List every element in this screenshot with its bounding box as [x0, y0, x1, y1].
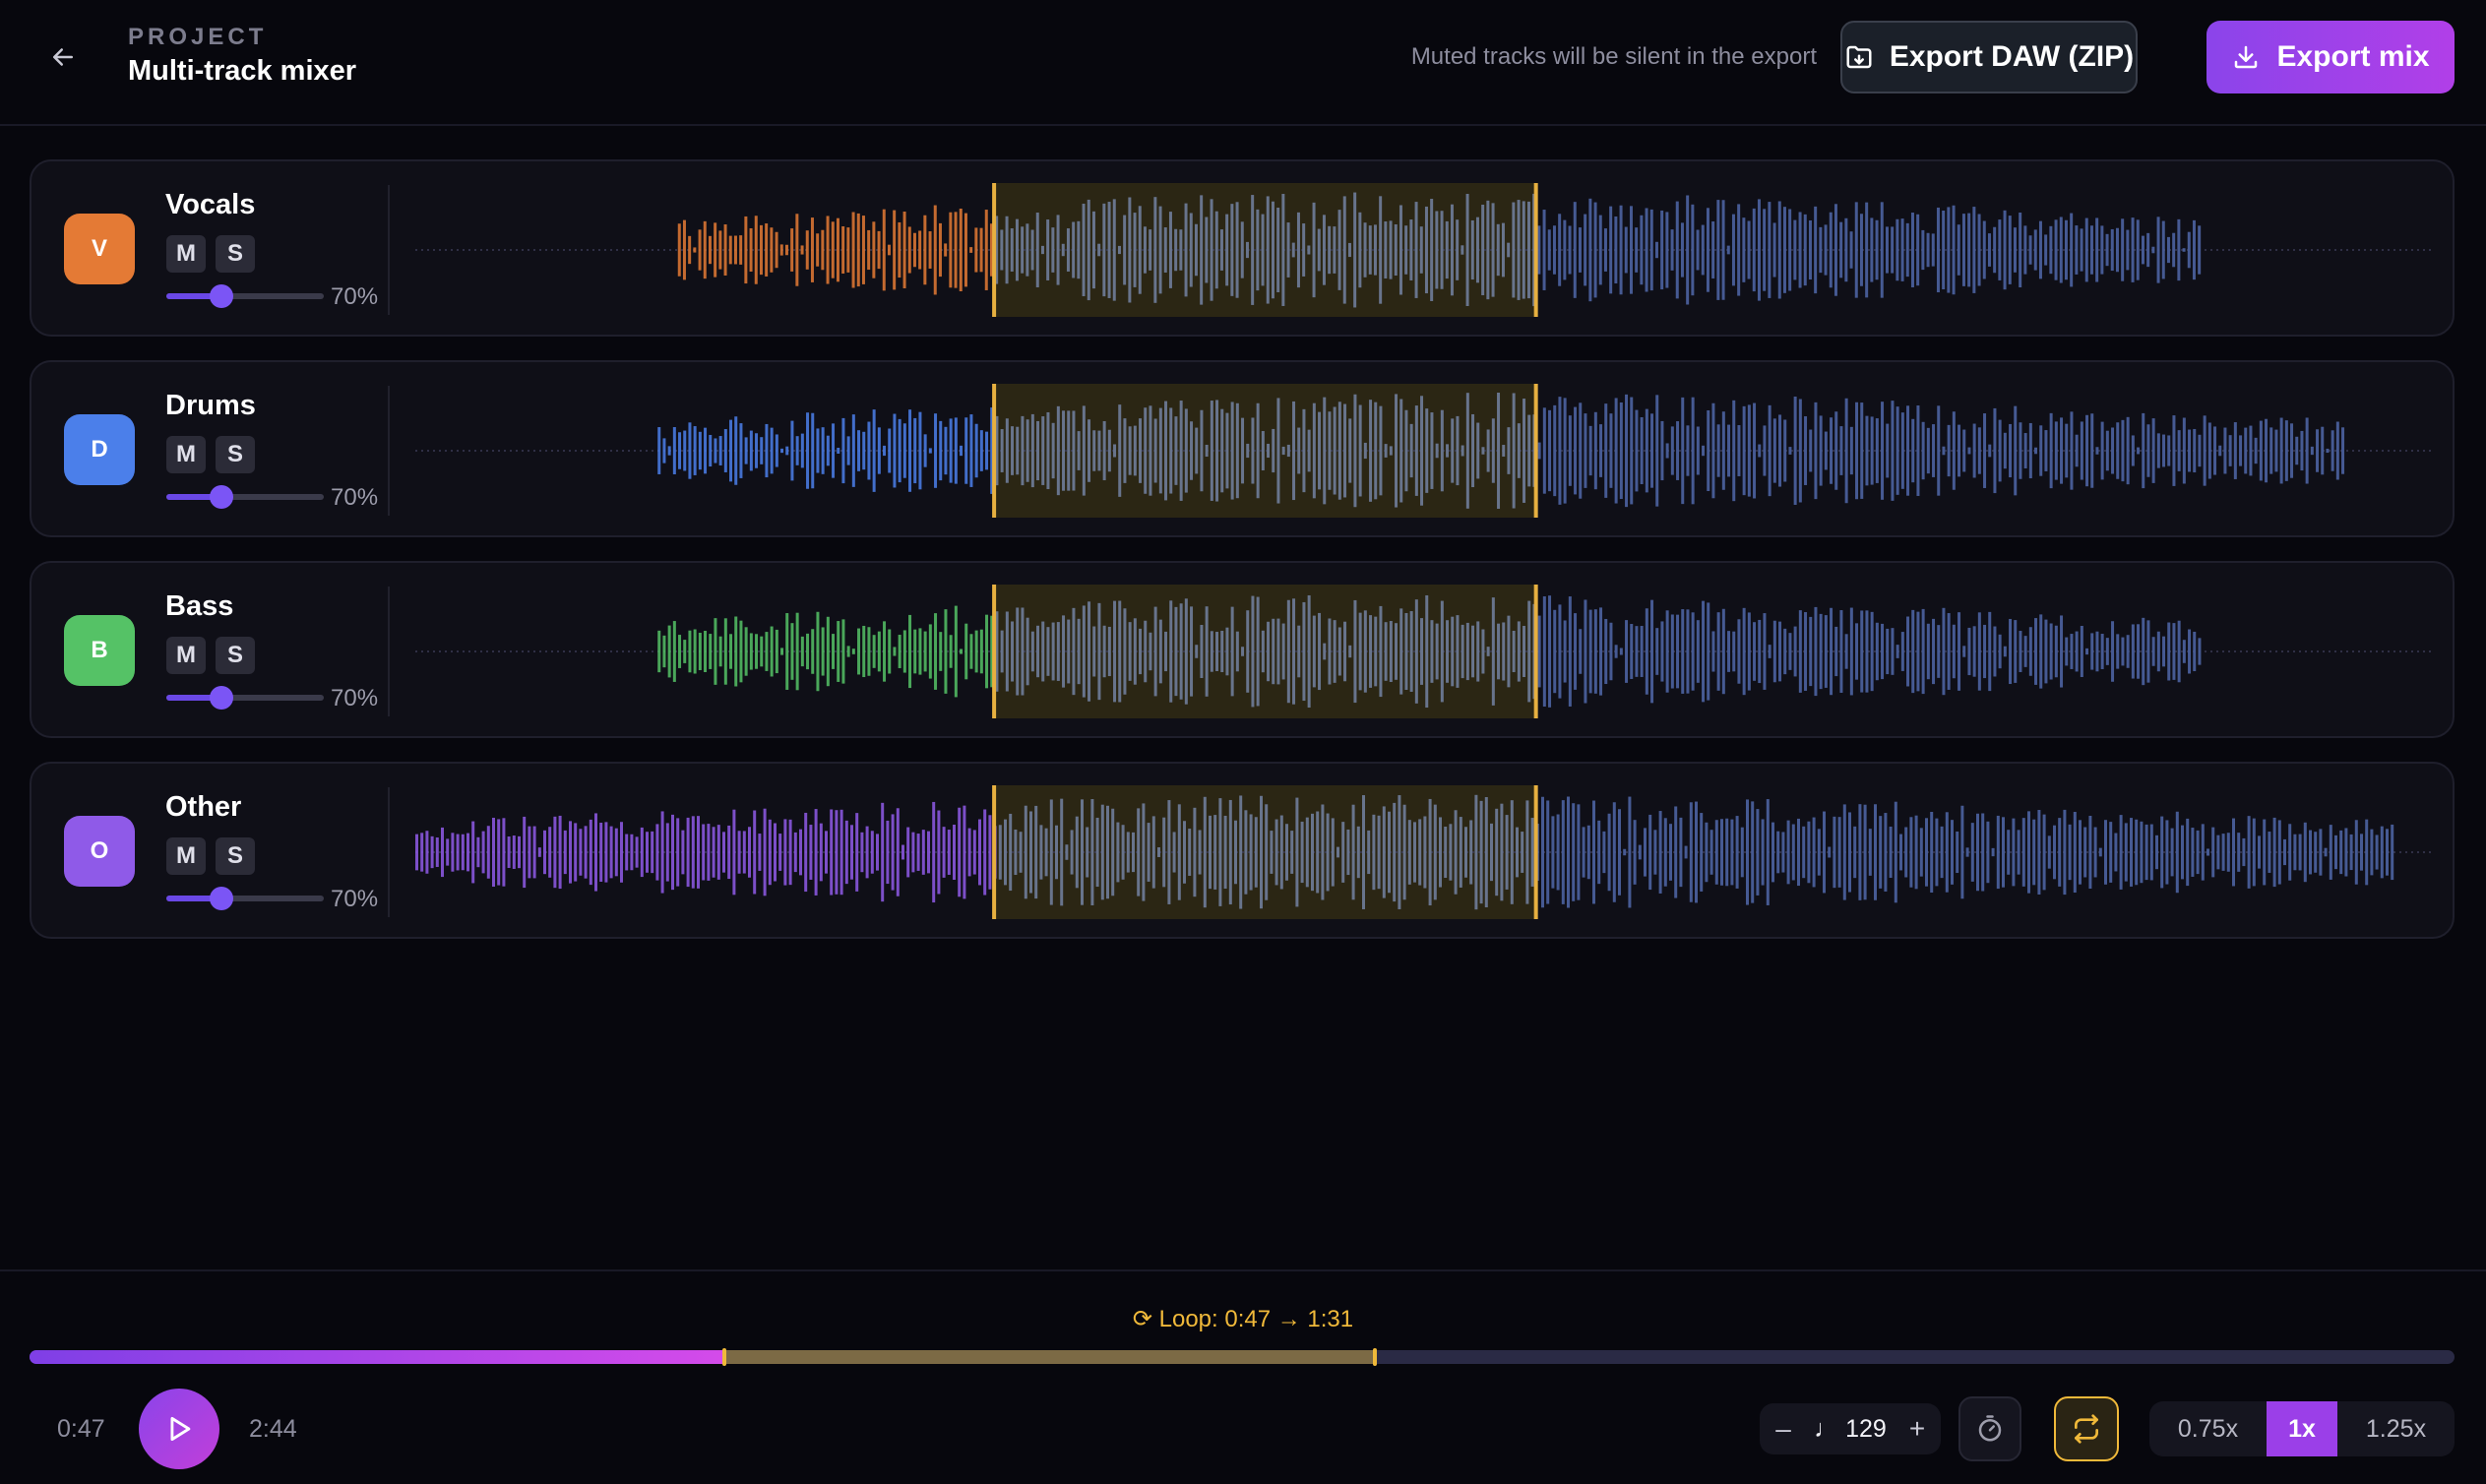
volume-thumb[interactable]: [210, 485, 233, 509]
export-daw-button[interactable]: Export DAW (ZIP): [1840, 21, 2138, 93]
current-time: 0:47: [57, 1415, 105, 1443]
speed-option-1-25x[interactable]: 1.25x: [2337, 1401, 2455, 1456]
track-divider: [388, 386, 390, 516]
track-name: Vocals: [165, 189, 256, 220]
mute-export-note: Muted tracks will be silent in the expor…: [1410, 43, 1817, 70]
track-name: Drums: [165, 390, 256, 421]
volume-value: 70%: [331, 685, 379, 711]
track-divider: [388, 787, 390, 917]
volume-slider[interactable]: [166, 887, 324, 910]
play-icon: [170, 1416, 191, 1442]
solo-button[interactable]: S: [216, 837, 255, 875]
loop-range-label: ⟳ Loop: 0:47 → 1:31: [1132, 1306, 1354, 1332]
speed-option-0-75x[interactable]: 0.75x: [2149, 1401, 2267, 1456]
track-row-drums: D Drums M S 70%: [30, 360, 2455, 537]
loop-toggle-button[interactable]: [2054, 1396, 2119, 1461]
bpm-control: – ♩ 129 +: [1760, 1403, 1941, 1454]
loop-repeat-icon: [2075, 1414, 2098, 1444]
volume-thumb[interactable]: [210, 686, 233, 710]
bpm-value: ♩ 129: [1814, 1414, 1887, 1443]
volume-thumb[interactable]: [210, 887, 233, 910]
export-daw-label: Export DAW (ZIP): [1889, 40, 2135, 73]
track-name: Other: [165, 791, 242, 823]
volume-slider[interactable]: [166, 686, 324, 710]
volume-slider[interactable]: [166, 284, 324, 308]
solo-button[interactable]: S: [216, 235, 255, 273]
mute-button[interactable]: M: [166, 637, 206, 674]
bpm-decrease-button[interactable]: –: [1760, 1403, 1807, 1454]
arrow-left-icon: [53, 48, 73, 66]
waveform-vocals[interactable]: [415, 183, 2435, 317]
waveform-loop-start-line[interactable]: [992, 183, 997, 317]
waveform-other[interactable]: [415, 785, 2435, 919]
mute-button[interactable]: M: [166, 837, 206, 875]
track-avatar: O: [64, 816, 135, 887]
track-divider: [388, 185, 390, 315]
bpm-increase-button[interactable]: +: [1894, 1403, 1941, 1454]
track-row-vocals: V Vocals M S 70%: [30, 159, 2455, 337]
speed-option-1x[interactable]: 1x: [2267, 1401, 2337, 1456]
waveform-loop-end-line[interactable]: [1533, 384, 1538, 518]
track-divider: [388, 587, 390, 716]
waveform-bass[interactable]: [415, 585, 2435, 718]
track-row-bass: B Bass M S 70%: [30, 561, 2455, 738]
top-header: PROJECT Multi-track mixer Muted tracks w…: [0, 0, 2486, 126]
total-time: 2:44: [249, 1415, 297, 1443]
waveform-drums[interactable]: [415, 384, 2435, 518]
waveform-loop-start-line[interactable]: [992, 384, 997, 518]
timeline-loop-region: [724, 1350, 1376, 1364]
waveform-loop-end-line[interactable]: [1533, 585, 1538, 718]
volume-thumb[interactable]: [210, 284, 233, 308]
mute-button[interactable]: M: [166, 235, 206, 273]
loop-start-handle[interactable]: [722, 1348, 727, 1366]
folder-export-icon: [1846, 45, 1872, 69]
waveform-loop-end-line[interactable]: [1533, 785, 1538, 919]
solo-button[interactable]: S: [216, 436, 255, 473]
timeline-scrubber[interactable]: [30, 1348, 2455, 1366]
mute-button[interactable]: M: [166, 436, 206, 473]
volume-value: 70%: [331, 886, 379, 912]
track-avatar: B: [64, 615, 135, 686]
solo-button[interactable]: S: [216, 637, 255, 674]
playback-speed-selector: 0.75x 1x 1.25x: [2149, 1401, 2455, 1456]
export-mix-label: Export mix: [2276, 40, 2430, 73]
waveform-loop-start-line[interactable]: [992, 785, 997, 919]
loop-end-handle[interactable]: [1373, 1348, 1378, 1366]
track-avatar: V: [64, 214, 135, 284]
track-name: Bass: [165, 590, 234, 622]
project-title: Multi-track mixer: [128, 55, 357, 87]
metronome-button[interactable]: [1958, 1396, 2021, 1461]
waveform-loop-start-line[interactable]: [992, 585, 997, 718]
volume-value: 70%: [331, 484, 379, 511]
waveform-loop-end-line[interactable]: [1533, 183, 1538, 317]
timeline-played: [30, 1350, 725, 1364]
volume-value: 70%: [331, 283, 379, 310]
metronome-timer-icon: [1978, 1415, 2002, 1442]
export-mix-button[interactable]: Export mix: [2206, 21, 2455, 93]
project-label: PROJECT: [128, 24, 268, 50]
download-icon: [2235, 45, 2258, 69]
back-button[interactable]: [39, 35, 87, 79]
volume-slider[interactable]: [166, 485, 324, 509]
track-avatar: D: [64, 414, 135, 485]
transport-separator: [0, 1269, 2486, 1271]
play-button[interactable]: [139, 1389, 219, 1469]
track-row-other: O Other M S 70%: [30, 762, 2455, 939]
